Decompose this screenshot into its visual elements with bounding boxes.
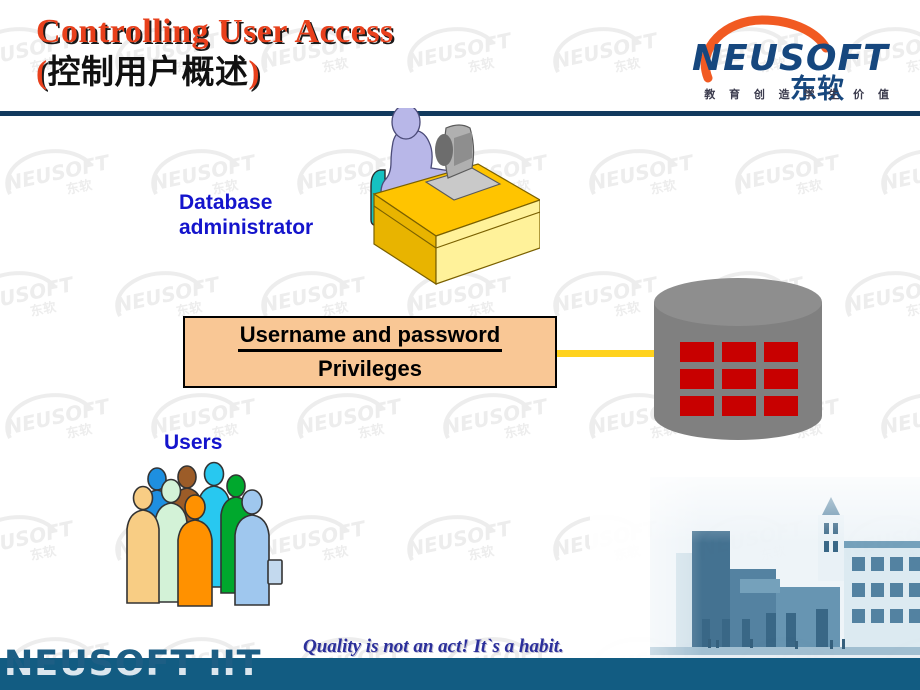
svg-text:NEUSOFT: NEUSOFT bbox=[0, 516, 77, 562]
svg-text:NEUSOFT: NEUSOFT bbox=[843, 272, 920, 318]
svg-text:NEUSOFT: NEUSOFT bbox=[879, 150, 920, 196]
svg-text:NEUSOFT: NEUSOFT bbox=[149, 150, 258, 196]
watermark-tile: NEUSOFT东软 bbox=[0, 262, 80, 322]
svg-text:东软: 东软 bbox=[321, 543, 350, 564]
svg-text:NEUSOFT: NEUSOFT bbox=[587, 150, 696, 196]
watermark-tile: NEUSOFT东软 bbox=[544, 262, 664, 322]
svg-text:东软: 东软 bbox=[29, 299, 58, 320]
svg-text:NEUSOFT: NEUSOFT bbox=[692, 38, 890, 79]
watermark-tile: NEUSOFT东软 bbox=[398, 506, 518, 566]
svg-text:NEUSOFT: NEUSOFT bbox=[405, 28, 514, 74]
svg-text:东软: 东软 bbox=[467, 55, 496, 76]
database-cylinder-icon bbox=[654, 278, 822, 440]
svg-text:NEUSOFT: NEUSOFT bbox=[3, 150, 112, 196]
footer-quote: Quality is not an act! It`s a habit. bbox=[303, 636, 564, 657]
users-label: Users bbox=[164, 431, 223, 454]
watermark-tile: NEUSOFT东软 bbox=[0, 140, 116, 200]
svg-text:NEUSOFT: NEUSOFT bbox=[733, 150, 842, 196]
svg-text:东软: 东软 bbox=[905, 55, 920, 76]
watermark-tile: NEUSOFT东软 bbox=[0, 384, 116, 444]
svg-text:NEUSOFT: NEUSOFT bbox=[113, 272, 222, 318]
users-group-illustration bbox=[126, 461, 283, 607]
watermark-tile: NEUSOFT东软 bbox=[544, 18, 664, 78]
dba-desk-illustration bbox=[370, 108, 540, 286]
title-chinese-text: 控制用户概述 bbox=[47, 52, 249, 91]
title-english: Controlling User Access bbox=[36, 13, 394, 50]
svg-text:NEUSOFT: NEUSOFT bbox=[3, 394, 112, 440]
title-chinese: (控制用户概述) bbox=[36, 52, 394, 93]
database-administrator-label: Database administrator bbox=[179, 191, 314, 239]
watermark-tile: NEUSOFT东软 bbox=[0, 506, 80, 566]
watermark-tile: NEUSOFT东软 bbox=[106, 262, 226, 322]
svg-text:NEUSOFT: NEUSOFT bbox=[0, 272, 77, 318]
watermark-tile: NEUSOFT东软 bbox=[726, 140, 846, 200]
logo-tagline: 教 育 创 造 学 生 价 值 bbox=[704, 88, 894, 101]
svg-text:NEUSOFT: NEUSOFT bbox=[551, 28, 660, 74]
svg-text:NEUSOFT: NEUSOFT bbox=[295, 394, 404, 440]
svg-text:NEUSOFT: NEUSOFT bbox=[879, 394, 920, 440]
svg-text:东软: 东软 bbox=[503, 421, 532, 442]
svg-text:东软: 东软 bbox=[65, 421, 94, 442]
page-title: Controlling User Access (控制用户概述) bbox=[36, 12, 394, 93]
watermark-tile: NEUSOFT东软 bbox=[434, 384, 554, 444]
svg-text:东软: 东软 bbox=[905, 299, 920, 320]
svg-text:NEUSOFT: NEUSOFT bbox=[441, 394, 550, 440]
credentials-privileges: Privileges bbox=[318, 356, 422, 381]
title-paren-close: ) bbox=[248, 55, 260, 91]
svg-text:东软: 东软 bbox=[29, 543, 58, 564]
svg-text:东软: 东软 bbox=[613, 55, 642, 76]
svg-text:东软: 东软 bbox=[795, 177, 824, 198]
svg-text:东软: 东软 bbox=[467, 543, 496, 564]
svg-text:NEUSOFT: NEUSOFT bbox=[405, 516, 514, 562]
svg-text:东软: 东软 bbox=[613, 299, 642, 320]
watermark-tile: NEUSOFT东软 bbox=[872, 140, 920, 200]
title-paren-open: ( bbox=[36, 55, 48, 91]
svg-text:东软: 东软 bbox=[357, 421, 386, 442]
svg-text:东软: 东软 bbox=[649, 177, 678, 198]
watermark-tile: NEUSOFT东软 bbox=[836, 262, 920, 322]
svg-text:NEUSOFT: NEUSOFT bbox=[551, 272, 660, 318]
credentials-box: Username and password Privileges bbox=[183, 316, 557, 388]
presentation-slide: NEUSOFT 东软 NEUSOFT 东软 NEUSOFT 东软 NEUSOFT 东软 NEUS… bbox=[0, 0, 920, 690]
credentials-username-password: Username and password bbox=[237, 321, 503, 352]
campus-building-photo bbox=[590, 457, 920, 662]
watermark-tile: NEUSOFT东软 bbox=[398, 18, 518, 78]
watermark-tile: NEUSOFT东软 bbox=[580, 140, 700, 200]
watermark-tile: NEUSOFT东软 bbox=[288, 384, 408, 444]
svg-text:东软: 东软 bbox=[65, 177, 94, 198]
watermark-tile: NEUSOFT东软 bbox=[872, 384, 920, 444]
